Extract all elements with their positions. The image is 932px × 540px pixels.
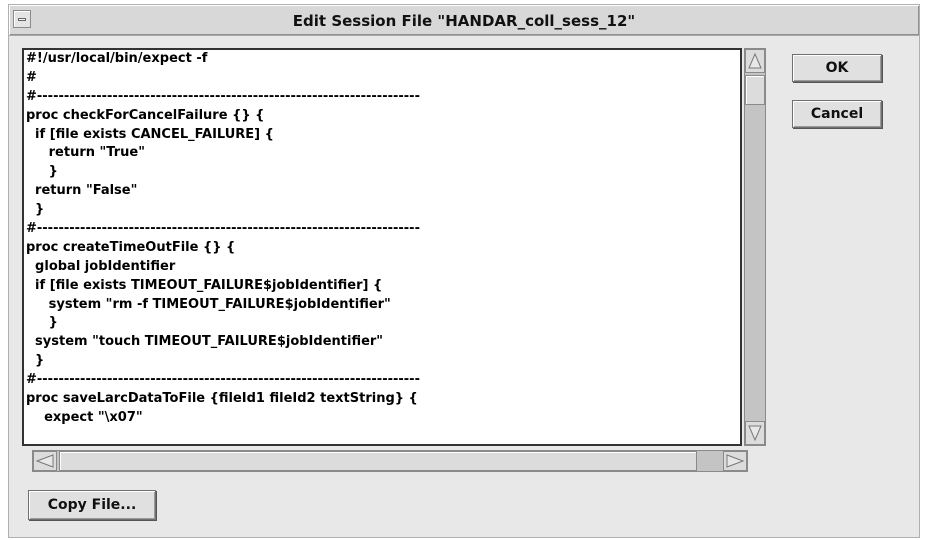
window-title: Edit Session File "HANDAR_coll_sess_12" bbox=[292, 12, 636, 30]
copy-file-button[interactable]: Copy File... bbox=[28, 490, 156, 520]
code-line: #!/usr/local/bin/expect -f bbox=[26, 51, 208, 66]
horizontal-scrollbar[interactable] bbox=[32, 450, 748, 472]
scroll-left-arrow-icon bbox=[35, 454, 54, 468]
code-line: proc checkForCancelFailure {} { bbox=[26, 107, 265, 123]
cancel-button[interactable]: Cancel bbox=[792, 100, 882, 128]
ok-button[interactable]: OK bbox=[792, 54, 882, 82]
scroll-up-button[interactable] bbox=[745, 49, 765, 73]
vertical-scrollbar[interactable] bbox=[744, 48, 766, 446]
code-line: system "touch TIMEOUT_FAILURE$jobIdentif… bbox=[26, 334, 384, 350]
scroll-right-arrow-icon bbox=[726, 454, 745, 468]
code-line: #---------------------------------------… bbox=[26, 88, 420, 104]
code-line: global jobIdentifier bbox=[26, 258, 176, 274]
scroll-down-button[interactable] bbox=[745, 421, 765, 445]
scroll-up-arrow-icon bbox=[748, 52, 762, 69]
code-line: #---------------------------------------… bbox=[26, 372, 420, 388]
code-line: # bbox=[26, 69, 37, 85]
scroll-down-arrow-icon bbox=[748, 425, 762, 442]
session-file-text-area[interactable]: #!/usr/local/bin/expect -f # #------------… bbox=[22, 48, 742, 446]
scroll-left-button[interactable] bbox=[33, 451, 57, 471]
code-line: return "False" bbox=[26, 183, 138, 199]
code-line: #---------------------------------------… bbox=[26, 221, 420, 237]
code-line: } bbox=[26, 164, 58, 180]
code-line: system "rm -f TIMEOUT_FAILURE$jobIdentif… bbox=[26, 296, 391, 312]
code-line: proc createTimeOutFile {} { bbox=[26, 239, 236, 255]
code-line: expect "\x07" bbox=[26, 409, 143, 425]
vertical-scroll-thumb[interactable] bbox=[745, 75, 765, 105]
code-line: } bbox=[26, 353, 45, 369]
scroll-right-button[interactable] bbox=[723, 451, 747, 471]
code-line: } bbox=[26, 202, 45, 218]
code-line: proc saveLarcDataToFile {fileId1 fileId2… bbox=[26, 391, 418, 407]
code-line: return "True" bbox=[26, 145, 145, 161]
code-line: if [file exists CANCEL_FAILURE] { bbox=[26, 126, 274, 142]
horizontal-scroll-thumb[interactable] bbox=[59, 451, 697, 471]
code-line: if [file exists TIMEOUT_FAILURE$jobIdent… bbox=[26, 277, 383, 293]
title-bar[interactable]: Edit Session File "HANDAR_coll_sess_12" bbox=[9, 5, 919, 36]
code-line: } bbox=[26, 315, 58, 331]
